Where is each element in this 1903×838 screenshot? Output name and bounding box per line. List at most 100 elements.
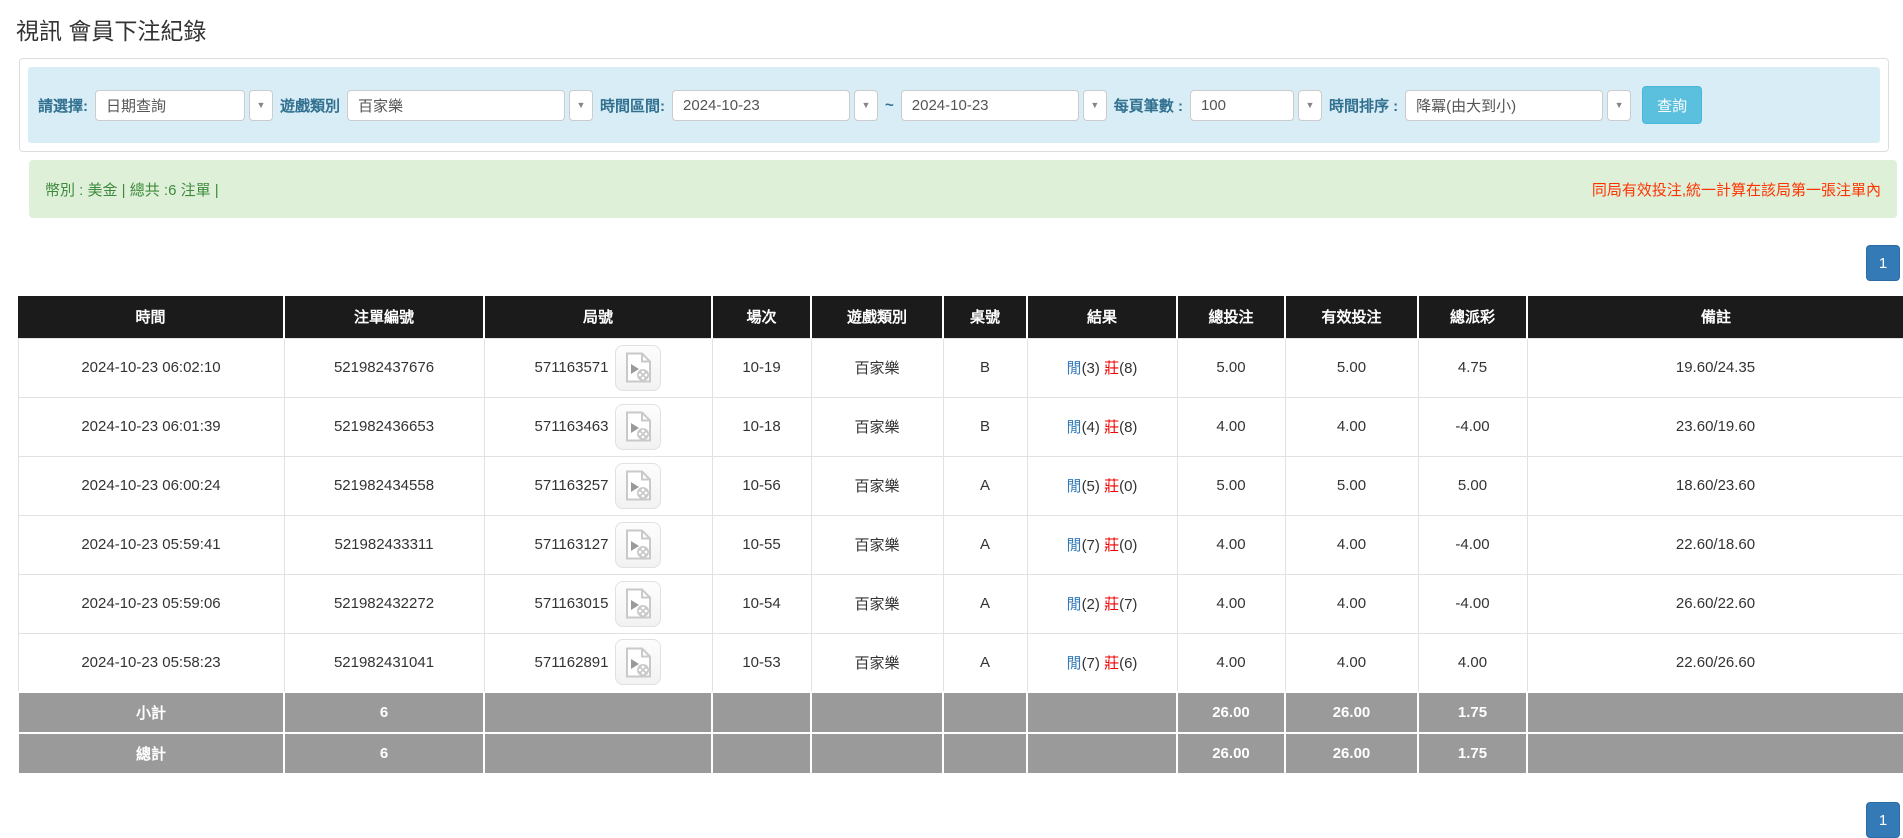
page-1-button[interactable]: 1 [1866, 802, 1900, 838]
player-result-num: (2) [1082, 596, 1100, 613]
video-replay-button[interactable] [615, 463, 661, 509]
player-result-label: 閒 [1067, 537, 1082, 554]
cell-game-type: 百家樂 [811, 338, 943, 397]
round-id-text: 571162891 [535, 654, 609, 671]
cell-time: 2024-10-23 05:59:41 [18, 515, 284, 574]
cell-payout: -4.00 [1418, 397, 1527, 456]
round-id-text: 571163257 [535, 477, 609, 494]
cell-total-bet[interactable]: 5.00 [1177, 338, 1285, 397]
per-page-select[interactable]: 100 [1190, 90, 1294, 121]
video-replay-button[interactable] [615, 522, 661, 568]
player-result-num: (3) [1082, 360, 1100, 377]
query-type-combo: 日期查詢 ▼ [95, 90, 273, 121]
player-result-label: 閒 [1067, 596, 1082, 613]
sort-combo: 降冪(由大到小) ▼ [1405, 90, 1631, 121]
total-valid-bet: 26.00 [1285, 733, 1418, 774]
date-range-tilde: ~ [885, 97, 894, 114]
cell-bet-id: 521982433311 [284, 515, 484, 574]
date-from-combo: 2024-10-23 ▼ [672, 90, 878, 121]
cell-total-bet[interactable]: 4.00 [1177, 574, 1285, 633]
cell-time: 2024-10-23 05:59:06 [18, 574, 284, 633]
cell-result: 閒(7) 莊(0) [1027, 515, 1177, 574]
banker-result-label: 莊 [1104, 655, 1119, 672]
cell-session: 10-54 [712, 574, 811, 633]
cell-game-type: 百家樂 [811, 574, 943, 633]
chevron-down-icon[interactable]: ▼ [249, 90, 273, 121]
cell-payout: -4.00 [1418, 574, 1527, 633]
summary-bar: 幣別 : 美金 | 總共 :6 注單 | 同局有效投注,統一計算在該局第一張注單… [29, 160, 1897, 218]
video-replay-button[interactable] [615, 639, 661, 685]
chevron-down-icon[interactable]: ▼ [854, 90, 878, 121]
header-game-type: 遊戲類別 [811, 296, 943, 338]
cell-remark: 19.60/24.35 [1527, 338, 1903, 397]
cell-table-code: A [943, 515, 1027, 574]
header-session: 場次 [712, 296, 811, 338]
cell-result: 閒(7) 莊(6) [1027, 633, 1177, 692]
cell-table-code: A [943, 456, 1027, 515]
chevron-down-icon[interactable]: ▼ [1298, 90, 1322, 121]
cell-time: 2024-10-23 06:02:10 [18, 338, 284, 397]
header-total-bet: 總投注 [1177, 296, 1285, 338]
page-title: 視訊 會員下注紀錄 [16, 12, 1903, 46]
cell-total-bet[interactable]: 4.00 [1177, 633, 1285, 692]
chevron-down-icon[interactable]: ▼ [1083, 90, 1107, 121]
table-row: 2024-10-23 06:00:24 521982434558 5711632… [18, 456, 1903, 515]
filter-bar: 請選擇: 日期查詢 ▼ 遊戲類別 百家樂 ▼ 時間區間: 2024-10-23 … [28, 67, 1880, 143]
sort-label: 時間排序 : [1329, 95, 1398, 116]
cell-valid-bet: 5.00 [1285, 338, 1418, 397]
cell-total-bet[interactable]: 4.00 [1177, 397, 1285, 456]
total-label: 總計 [18, 733, 284, 774]
video-file-icon [625, 588, 652, 619]
cell-valid-bet: 4.00 [1285, 574, 1418, 633]
round-id-text: 571163571 [535, 359, 609, 376]
valid-bet-notice: 同局有效投注,統一計算在該局第一張注單內 [1592, 179, 1881, 200]
game-type-select[interactable]: 百家樂 [347, 90, 565, 121]
player-result-num: (5) [1082, 478, 1100, 495]
chevron-down-icon[interactable]: ▼ [569, 90, 593, 121]
currency-total-text: 幣別 : 美金 | 總共 :6 注單 | [45, 179, 219, 200]
table-row: 2024-10-23 05:58:23 521982431041 5711628… [18, 633, 1903, 692]
cell-remark: 22.60/26.60 [1527, 633, 1903, 692]
query-type-select[interactable]: 日期查詢 [95, 90, 245, 121]
cell-round-id: 571163463 [484, 397, 712, 456]
cell-round-id: 571163015 [484, 574, 712, 633]
pagination-top: 1 [0, 245, 1900, 281]
cell-time: 2024-10-23 05:58:23 [18, 633, 284, 692]
banker-result-num: (7) [1119, 596, 1137, 613]
cell-session: 10-19 [712, 338, 811, 397]
video-replay-button[interactable] [615, 345, 661, 391]
cell-result: 閒(3) 莊(8) [1027, 338, 1177, 397]
chevron-down-icon[interactable]: ▼ [1607, 90, 1631, 121]
cell-payout: 4.00 [1418, 633, 1527, 692]
cell-valid-bet: 4.00 [1285, 515, 1418, 574]
cell-game-type: 百家樂 [811, 515, 943, 574]
date-to-input[interactable]: 2024-10-23 [901, 90, 1079, 121]
video-file-icon [625, 470, 652, 501]
cell-result: 閒(5) 莊(0) [1027, 456, 1177, 515]
cell-table-code: B [943, 338, 1027, 397]
video-replay-button[interactable] [615, 581, 661, 627]
cell-valid-bet: 5.00 [1285, 456, 1418, 515]
banker-result-num: (8) [1119, 419, 1137, 436]
video-replay-button[interactable] [615, 404, 661, 450]
round-id-text: 571163463 [535, 418, 609, 435]
header-payout: 總派彩 [1418, 296, 1527, 338]
date-from-input[interactable]: 2024-10-23 [672, 90, 850, 121]
cell-valid-bet: 4.00 [1285, 397, 1418, 456]
cell-total-bet[interactable]: 5.00 [1177, 456, 1285, 515]
page-1-button[interactable]: 1 [1866, 245, 1900, 281]
table-row: 2024-10-23 05:59:06 521982432272 5711630… [18, 574, 1903, 633]
total-count: 6 [284, 733, 484, 774]
cell-bet-id: 521982436653 [284, 397, 484, 456]
banker-result-num: (0) [1119, 537, 1137, 554]
search-button[interactable]: 查詢 [1642, 86, 1702, 124]
cell-total-bet[interactable]: 4.00 [1177, 515, 1285, 574]
sort-select[interactable]: 降冪(由大到小) [1405, 90, 1603, 121]
header-remark: 備註 [1527, 296, 1903, 338]
cell-remark: 22.60/18.60 [1527, 515, 1903, 574]
cell-bet-id: 521982432272 [284, 574, 484, 633]
cell-table-code: A [943, 574, 1027, 633]
date-to-combo: 2024-10-23 ▼ [901, 90, 1107, 121]
cell-session: 10-55 [712, 515, 811, 574]
cell-payout: 5.00 [1418, 456, 1527, 515]
